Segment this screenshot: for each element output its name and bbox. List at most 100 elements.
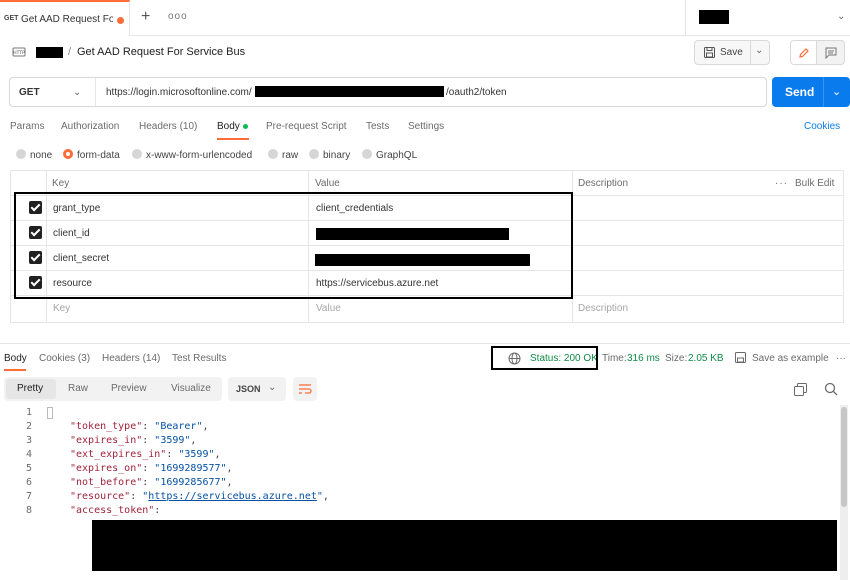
response-size-label: Size: — [665, 353, 688, 364]
radio-label: GraphQL — [376, 150, 418, 161]
code-scrollbar[interactable] — [840, 405, 848, 580]
url-input-suffix[interactable]: /oauth2/token — [446, 87, 507, 98]
view-preview[interactable]: Preview — [111, 383, 147, 394]
format-label: JSON — [236, 384, 261, 394]
view-pretty[interactable]: Pretty — [17, 383, 43, 394]
method-chevron-down-icon[interactable]: ⌄ — [73, 87, 81, 98]
tabbar-divider — [685, 0, 686, 36]
response-time[interactable]: 316 ms — [627, 353, 660, 364]
json-line: "resource": "https://servicebus.azure.ne… — [70, 491, 329, 502]
json-line: "token_type": "Bearer", — [70, 421, 209, 432]
radio-raw[interactable]: raw — [268, 149, 298, 161]
column-header-description: Description — [578, 178, 629, 189]
json-line: "expires_on": "1699289577", — [70, 463, 233, 474]
copy-icon[interactable] — [794, 383, 807, 396]
new-value-placeholder[interactable]: Value — [316, 296, 341, 321]
tab-pre-request-script[interactable]: Pre-request Script — [266, 121, 347, 132]
response-tab-body[interactable]: Body — [4, 353, 27, 364]
method-select[interactable]: GET — [19, 87, 40, 98]
response-more-icon[interactable]: ··· — [836, 353, 846, 364]
scrollbar-thumb[interactable] — [841, 407, 847, 507]
json-key: "expires_on" — [70, 463, 143, 474]
send-chevron-down-icon[interactable]: ⌄ — [832, 85, 841, 98]
comments-button[interactable] — [816, 40, 845, 65]
radio-x-www-form-urlencoded[interactable]: x-www-form-urlencoded — [132, 149, 252, 161]
send-label: Send — [785, 85, 815, 99]
radio-none[interactable]: none — [16, 149, 52, 161]
new-tab-plus-icon[interactable]: + — [141, 8, 150, 26]
line-number: 7 — [25, 491, 32, 502]
more-tabs-icon[interactable]: ooo — [168, 11, 188, 22]
radio-binary[interactable]: binary — [309, 149, 350, 161]
tab-settings[interactable]: Settings — [408, 121, 444, 132]
json-value: "1699289577" — [154, 463, 227, 474]
active-response-tab-underline — [4, 369, 26, 371]
request-tab[interactable]: GET Get AAD Request For S — [0, 0, 130, 36]
line-number: 3 — [25, 435, 32, 446]
radio-label: x-www-form-urlencoded — [146, 150, 253, 161]
save-button[interactable]: Save ⌄ — [694, 40, 770, 65]
tab-method: GET — [4, 15, 19, 22]
json-key: "resource" — [70, 491, 131, 502]
json-key: "not_before" — [70, 477, 143, 488]
redacted-tenant-id[interactable] — [255, 86, 444, 97]
format-chevron-down-icon: ⌄ — [268, 382, 277, 393]
response-view-group: Pretty Raw Preview Visualize — [4, 377, 222, 401]
tab-body[interactable]: Body — [217, 121, 248, 132]
line-number: 5 — [25, 463, 32, 474]
tab-authorization[interactable]: Authorization — [61, 121, 119, 132]
radio-label: raw — [282, 150, 299, 161]
tab-params[interactable]: Params — [10, 121, 44, 132]
json-value: "Bearer" — [154, 421, 203, 432]
view-raw[interactable]: Raw — [68, 383, 88, 394]
fold-toggle-icon[interactable] — [47, 407, 53, 419]
json-link-value[interactable]: https://servicebus.azure.net — [148, 491, 317, 502]
bulk-edit-link[interactable]: Bulk Edit — [795, 178, 834, 189]
radio-circle-icon — [16, 149, 26, 159]
line-number: 6 — [25, 477, 32, 488]
breadcrumb-separator: / — [68, 46, 72, 58]
new-key-placeholder[interactable]: Key — [53, 296, 70, 321]
table-more-icon[interactable]: ··· — [775, 178, 788, 189]
view-visualize[interactable]: Visualize — [171, 383, 211, 394]
line-number: 8 — [25, 505, 32, 516]
radio-circle-icon — [362, 149, 372, 159]
response-tab-cookies[interactable]: Cookies (3) — [39, 353, 90, 364]
save-as-example-button[interactable]: Save as example — [752, 353, 829, 364]
edit-button[interactable] — [790, 40, 817, 65]
tab-body-label: Body — [217, 121, 240, 132]
redacted-environment[interactable] — [699, 10, 729, 24]
format-select[interactable]: JSON ⌄ — [228, 377, 286, 401]
radio-selected-icon — [63, 149, 73, 159]
response-tab-test-results[interactable]: Test Results — [172, 353, 226, 364]
unsaved-dot-icon — [117, 17, 124, 24]
send-button[interactable]: Send ⌄ — [772, 77, 850, 107]
response-size[interactable]: 2.05 KB — [688, 353, 724, 364]
save-label: Save — [720, 47, 743, 58]
radio-label: none — [30, 150, 53, 161]
json-key: "expires_in" — [70, 435, 143, 446]
json-value: "1699285677" — [154, 477, 227, 488]
search-icon[interactable] — [824, 382, 838, 396]
tab-tests[interactable]: Tests — [366, 121, 389, 132]
tab-title: Get AAD Request For S — [21, 14, 113, 25]
redacted-collection-name[interactable] — [36, 47, 63, 58]
new-description-placeholder[interactable]: Description — [578, 296, 628, 321]
line-number: 4 — [25, 449, 32, 460]
save-chevron-down-icon[interactable]: ⌄ — [755, 45, 763, 56]
request-title[interactable]: Get AAD Request For Service Bus — [77, 46, 245, 58]
radio-graphql[interactable]: GraphQL — [362, 149, 417, 161]
environment-chevron-down-icon[interactable]: ⌄ — [837, 11, 845, 22]
line-number: 1 — [25, 407, 32, 418]
response-time-label: Time: — [602, 353, 627, 364]
response-tab-headers[interactable]: Headers (14) — [102, 353, 160, 364]
active-tab-underline — [217, 138, 249, 140]
url-input-prefix[interactable]: https://login.microsoftonline.com/ — [106, 87, 252, 98]
radio-form-data[interactable]: form-data — [63, 149, 120, 161]
radio-label: form-data — [77, 150, 120, 161]
comment-icon — [825, 47, 837, 59]
cookies-link[interactable]: Cookies — [804, 121, 840, 132]
tab-headers[interactable]: Headers (10) — [139, 121, 197, 132]
wrap-lines-button[interactable] — [293, 377, 317, 401]
json-key: "access_token" — [70, 505, 155, 516]
